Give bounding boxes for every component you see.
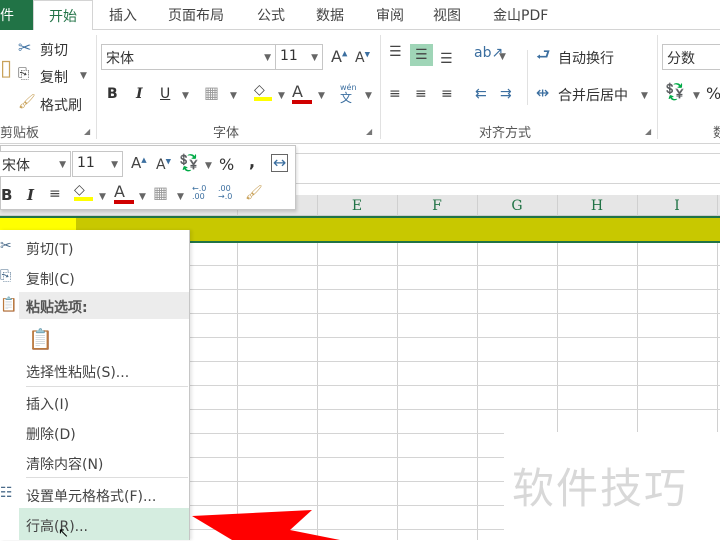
red-arrow-icon [192, 510, 340, 540]
red-arrow-annotation [192, 510, 340, 540]
